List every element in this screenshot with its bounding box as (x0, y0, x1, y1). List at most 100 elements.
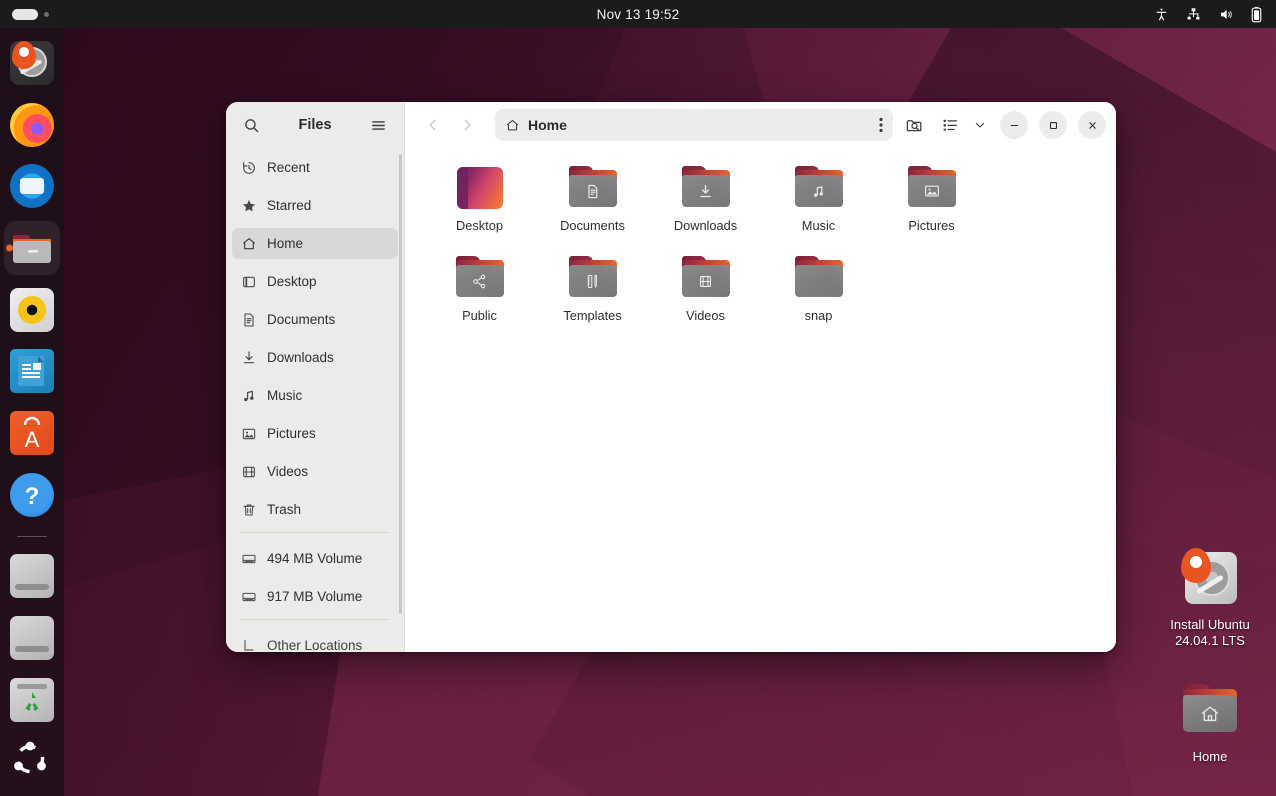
file-item-pictures[interactable]: Pictures (875, 162, 988, 252)
file-label: Videos (686, 309, 725, 323)
download-icon (240, 349, 257, 366)
trash-icon (10, 678, 54, 722)
top-bar: Nov 13 19:52 (0, 0, 1276, 28)
rhythmbox-icon (10, 288, 54, 332)
sidebar-item-pictures[interactable]: Pictures (232, 418, 398, 449)
drive-icon (240, 588, 257, 605)
dock-item-app-center[interactable]: A (4, 406, 60, 460)
dock-item-install-ubuntu[interactable] (4, 36, 60, 90)
file-label: snap (805, 309, 833, 323)
file-item-music[interactable]: Music (762, 162, 875, 252)
svg-text:?: ? (25, 483, 40, 510)
sidebar-item-music[interactable]: Music (232, 380, 398, 411)
search-icon[interactable] (240, 114, 262, 136)
clock-icon (240, 159, 257, 176)
home-icon (1183, 695, 1237, 732)
list-view-icon[interactable] (935, 110, 965, 140)
file-item-documents[interactable]: Documents (536, 162, 649, 252)
sidebar-item-label: Other Locations (267, 638, 362, 652)
sidebar-list: Recent Starred Home (226, 148, 404, 652)
sidebar-item-label: Trash (267, 502, 301, 517)
other-locations-icon (240, 637, 257, 652)
chevron-down-icon[interactable] (971, 110, 989, 140)
document-icon (10, 349, 54, 393)
maximize-button[interactable] (1039, 111, 1067, 139)
help-icon: ? (10, 473, 54, 517)
file-item-snap[interactable]: snap (762, 252, 875, 342)
public-folder-icon (453, 256, 507, 302)
sidebar: Files Recent (226, 102, 405, 652)
search-folder-icon[interactable] (899, 110, 929, 140)
sidebar-item-label: Music (267, 388, 302, 403)
file-label: Public (462, 309, 497, 323)
file-label: Documents (560, 219, 625, 233)
film-icon (682, 265, 730, 297)
sidebar-item-desktop[interactable]: Desktop (232, 266, 398, 297)
dock-item-files[interactable] (4, 221, 60, 275)
drive-icon (240, 550, 257, 567)
dock-item-firefox[interactable] (4, 98, 60, 152)
svg-text:A: A (25, 427, 40, 452)
file-grid: Desktop Documents (423, 162, 1098, 342)
dock-item-volume-494[interactable] (4, 549, 60, 603)
sidebar-item-documents[interactable]: Documents (232, 304, 398, 335)
sidebar-item-label: Pictures (267, 426, 316, 441)
sidebar-item-label: Downloads (267, 350, 334, 365)
minimize-button[interactable] (1000, 111, 1028, 139)
sidebar-item-label: Recent (267, 160, 310, 175)
path-bar[interactable]: Home (495, 109, 893, 141)
dock-item-show-apps[interactable] (4, 734, 60, 788)
sidebar-item-trash[interactable]: Trash (232, 494, 398, 525)
sidebar-item-home[interactable]: Home (232, 228, 398, 259)
downloads-folder-icon (679, 166, 733, 212)
file-area[interactable]: Desktop Documents (405, 148, 1116, 652)
templates-folder-icon (566, 256, 620, 302)
sidebar-item-other-locations[interactable]: Other Locations (232, 630, 398, 652)
document-icon (240, 311, 257, 328)
desktop-icon-label: Install Ubuntu24.04.1 LTS (1170, 617, 1250, 650)
dock-item-libreoffice-writer[interactable] (4, 344, 60, 398)
back-button[interactable] (419, 111, 447, 139)
header-bar: Home (405, 102, 1116, 148)
dock-item-help[interactable]: ? (4, 468, 60, 522)
sidebar-item-volume-917[interactable]: 917 MB Volume (232, 581, 398, 612)
desktop-icon (240, 273, 257, 290)
dock-item-volume-917[interactable] (4, 611, 60, 665)
sidebar-scrollbar[interactable] (399, 154, 402, 614)
sidebar-item-volume-494[interactable]: 494 MB Volume (232, 543, 398, 574)
clock[interactable]: Nov 13 19:52 (0, 7, 1276, 22)
dock-item-trash[interactable] (4, 673, 60, 727)
desktop-icon-home[interactable]: Home (1150, 680, 1270, 765)
plain-folder-icon (792, 256, 846, 302)
sidebar-item-recent[interactable]: Recent (232, 152, 398, 183)
kebab-menu-icon[interactable] (879, 117, 883, 133)
drive-icon (10, 616, 54, 660)
sidebar-item-videos[interactable]: Videos (232, 456, 398, 487)
sidebar-item-starred[interactable]: Starred (232, 190, 398, 221)
close-button[interactable] (1078, 111, 1106, 139)
share-icon (456, 265, 504, 297)
star-icon (240, 197, 257, 214)
sidebar-item-label: 917 MB Volume (267, 589, 362, 604)
sidebar-item-label: Starred (267, 198, 311, 213)
template-icon (569, 265, 617, 297)
sidebar-item-label: Desktop (267, 274, 317, 289)
dock-item-rhythmbox[interactable] (4, 283, 60, 337)
ubuntu-logo-icon (12, 41, 36, 69)
sidebar-item-label: Videos (267, 464, 308, 479)
files-icon (10, 226, 54, 270)
forward-button[interactable] (453, 111, 481, 139)
file-item-videos[interactable]: Videos (649, 252, 762, 342)
image-icon (240, 425, 257, 442)
drive-icon (10, 554, 54, 598)
file-item-downloads[interactable]: Downloads (649, 162, 762, 252)
desktop-icon-install-ubuntu[interactable]: Install Ubuntu24.04.1 LTS (1150, 548, 1270, 650)
sidebar-item-label: 494 MB Volume (267, 551, 362, 566)
sidebar-item-downloads[interactable]: Downloads (232, 342, 398, 373)
dock-item-thunderbird[interactable] (4, 159, 60, 213)
file-item-public[interactable]: Public (423, 252, 536, 342)
file-item-desktop[interactable]: Desktop (423, 162, 536, 252)
file-item-templates[interactable]: Templates (536, 252, 649, 342)
home-folder-icon (1179, 680, 1241, 742)
hamburger-icon[interactable] (368, 114, 390, 136)
